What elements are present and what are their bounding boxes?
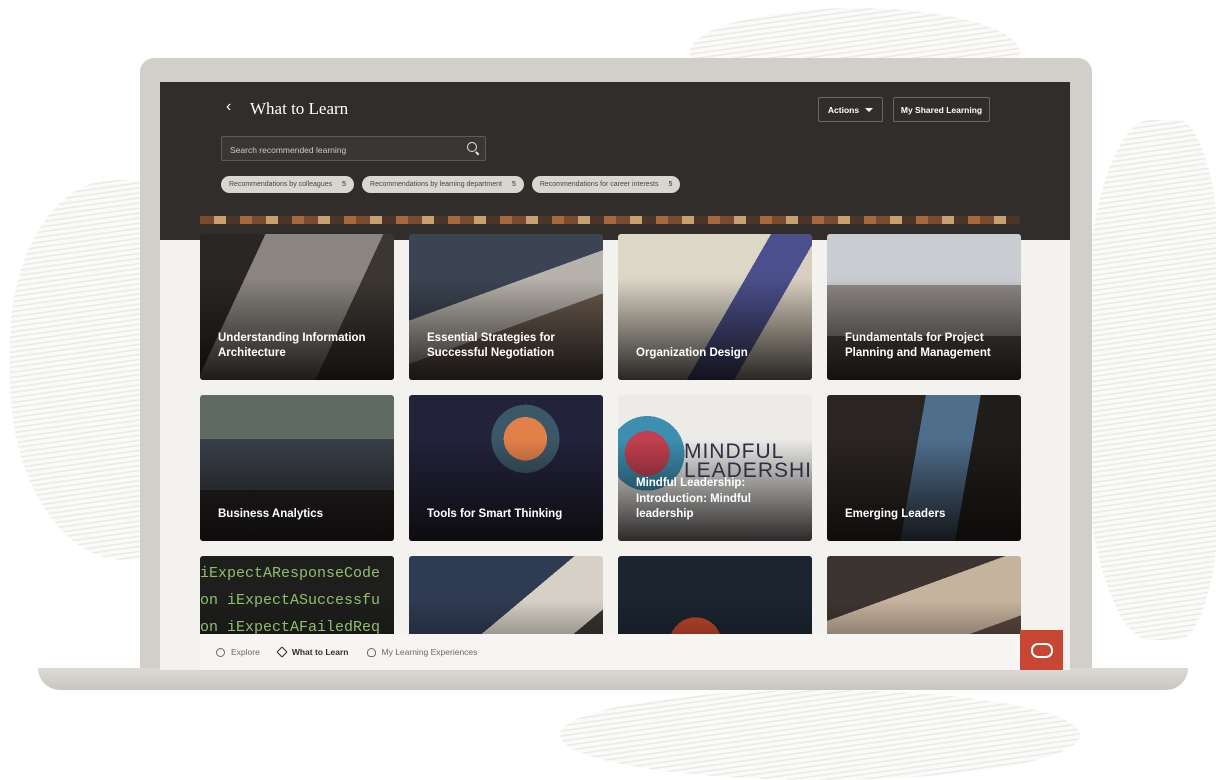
chip-count: 5 <box>511 181 516 188</box>
tile-title: Understanding Information Architecture <box>218 331 366 360</box>
nav-my-learning-experiences[interactable]: My Learning Experiences <box>366 647 478 657</box>
app-screen: ‹ What to Learn Actions My Shared Learni… <box>160 82 1070 670</box>
tile-image-text: iExpectAResponseCode on iExpectASuccessf… <box>200 565 381 636</box>
learning-tile[interactable]: Fundamentals for Project Planning and Ma… <box>827 234 1021 380</box>
tile-title: Essential Strategies for Successful Nego… <box>427 331 555 360</box>
chip-label: Recommendations by learning department <box>370 181 502 188</box>
chip-learning-department[interactable]: Recommendations by learning department 5 <box>362 176 524 193</box>
tile-title: Fundamentals for Project Planning and Ma… <box>845 331 991 360</box>
recommendation-chips: Recommendations by colleagues 5 Recommen… <box>221 176 681 193</box>
eye-icon <box>216 647 225 657</box>
page-title: What to Learn <box>250 99 349 118</box>
actions-button[interactable]: Actions <box>818 97 883 122</box>
learning-tile[interactable]: Emerging Leaders <box>827 395 1021 541</box>
lightbulb-icon <box>366 647 376 657</box>
nav-what-to-learn[interactable]: What to Learn <box>276 646 349 658</box>
oracle-logo-icon <box>1030 642 1053 658</box>
chevron-left-icon[interactable]: ‹ <box>226 98 231 116</box>
decorative-wave <box>1080 120 1216 640</box>
learning-tile[interactable]: Understanding Information Architecture <box>200 234 394 380</box>
learning-tile[interactable]: Business Analytics <box>200 395 394 541</box>
tile-title: Business Analytics <box>218 508 324 521</box>
decorative-banner-strip <box>200 216 1020 224</box>
learning-tile[interactable]: MINDFUL LEADERSHI Mindful Leadership: In… <box>618 395 812 541</box>
oracle-assistant-button[interactable] <box>1020 630 1063 670</box>
chip-label: Recommendations by colleagues <box>229 181 333 188</box>
search-icon[interactable] <box>467 142 477 152</box>
tile-title: Tools for Smart Thinking <box>427 508 563 521</box>
decorative-wave <box>560 690 1080 780</box>
chip-label: Recommendations for career interests <box>539 181 659 188</box>
learning-tile[interactable]: Organization Design <box>618 234 812 380</box>
chip-count: 5 <box>668 181 673 188</box>
page-header: ‹ What to Learn Actions My Shared Learni… <box>160 82 1070 240</box>
tile-title: Organization Design <box>636 347 748 360</box>
learning-tile[interactable]: Tools for Smart Thinking <box>409 395 603 541</box>
nav-label: Explore <box>231 647 260 657</box>
caret-down-icon <box>865 107 874 112</box>
nav-label: What to Learn <box>291 647 349 657</box>
search-input[interactable] <box>228 137 457 162</box>
chip-count: 5 <box>342 181 347 188</box>
nav-label: My Learning Experiences <box>381 647 478 657</box>
tile-title: Emerging Leaders <box>845 508 946 521</box>
my-shared-learning-button[interactable]: My Shared Learning <box>893 97 990 122</box>
chip-colleagues[interactable]: Recommendations by colleagues 5 <box>221 176 355 193</box>
chip-career-interests[interactable]: Recommendations for career interests 5 <box>531 176 681 193</box>
nav-explore[interactable]: Explore <box>216 647 260 657</box>
learning-tile-grid: Understanding Information Architecture E… <box>200 234 1021 670</box>
laptop-base <box>38 668 1188 690</box>
cube-icon <box>276 646 288 658</box>
actions-label: Actions <box>827 104 860 115</box>
tile-title: Mindful Leadership: Introduction: Mindfu… <box>636 477 751 521</box>
tile-image-text: MINDFUL LEADERSHI <box>683 440 812 482</box>
learning-tile[interactable]: Essential Strategies for Successful Nego… <box>409 234 603 380</box>
search-box <box>221 136 486 162</box>
